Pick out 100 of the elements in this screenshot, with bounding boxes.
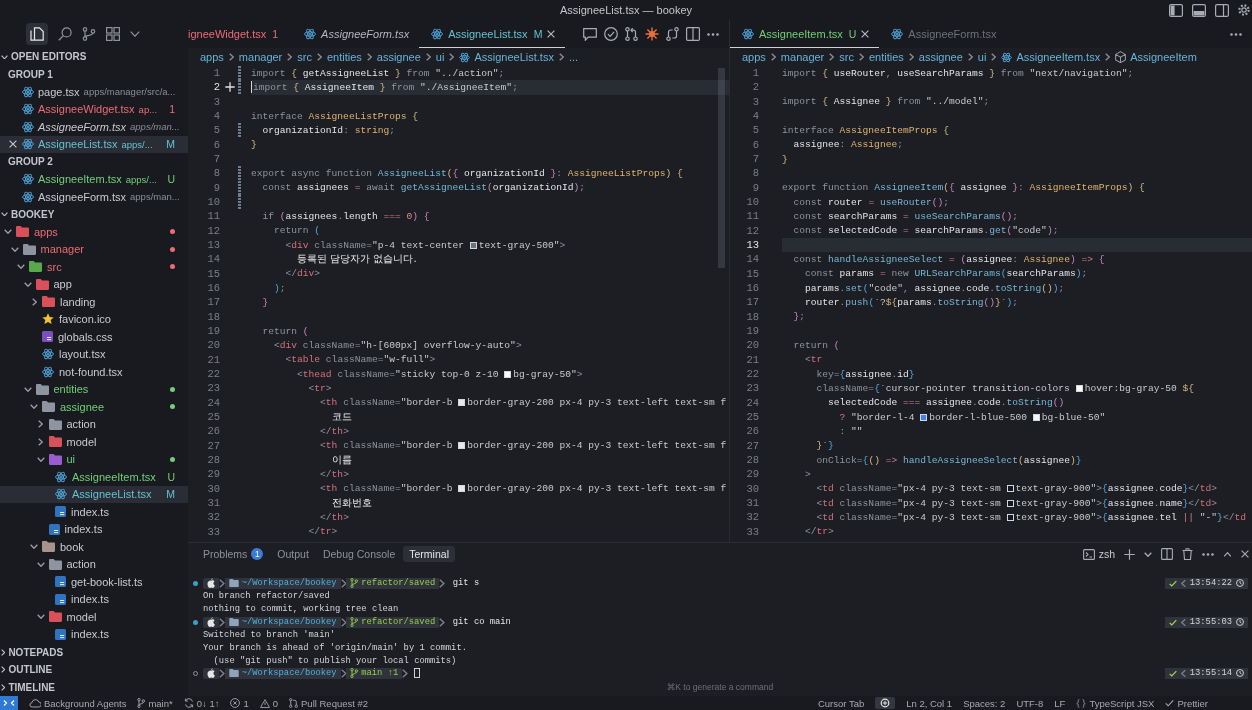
- tree-item[interactable]: not-found.tsx: [0, 363, 188, 381]
- breadcrumb[interactable]: src: [297, 51, 312, 63]
- sync-status[interactable]: 0↓ 1↑: [183, 697, 220, 709]
- tree-item[interactable]: model: [0, 433, 188, 451]
- tree-item[interactable]: index.ts: [0, 503, 188, 521]
- branch-status[interactable]: main*: [137, 697, 173, 709]
- close-icon[interactable]: [861, 30, 870, 38]
- color-swatch-icon[interactable]: [504, 370, 512, 378]
- close-icon[interactable]: [547, 30, 556, 38]
- close-icon[interactable]: [9, 140, 17, 149]
- open-editor-item[interactable]: AssigneeItem.tsx apps/... U: [0, 170, 188, 188]
- pull-request-icon[interactable]: [625, 27, 638, 41]
- breadcrumb[interactable]: AssigneeItem.tsx: [1001, 51, 1101, 63]
- status-item[interactable]: Ln 2, Col 1: [906, 697, 953, 709]
- color-swatch-icon[interactable]: [1006, 485, 1014, 493]
- shell-tab[interactable]: zsh: [1082, 548, 1115, 560]
- breadcrumb[interactable]: manager: [780, 51, 825, 63]
- panel-tab[interactable]: Terminal: [403, 546, 455, 562]
- plus-icon[interactable]: [1124, 548, 1135, 560]
- breadcrumb[interactable]: apps: [200, 51, 224, 63]
- color-swatch-icon[interactable]: [1075, 384, 1083, 392]
- open-editor-item[interactable]: AssigneeForm.tsx apps/man...: [0, 188, 188, 206]
- compare-icon[interactable]: [666, 27, 679, 41]
- section-header[interactable]: TIMELINE: [0, 678, 188, 696]
- branch-icon[interactable]: [82, 27, 96, 41]
- open-editor-item[interactable]: AssigneeForm.tsx apps/man...: [0, 118, 188, 136]
- tree-item[interactable]: src: [0, 258, 188, 276]
- status-item[interactable]: Cursor Tab: [817, 697, 865, 709]
- color-swatch-icon[interactable]: [920, 413, 928, 421]
- panel-tab[interactable]: Problems 1: [197, 546, 270, 562]
- tree-item[interactable]: book: [0, 538, 188, 556]
- tree-item[interactable]: index.ts: [0, 590, 188, 608]
- close-icon[interactable]: [1241, 550, 1249, 558]
- editor-tab[interactable]: AssigneeItem.tsx U: [730, 20, 880, 48]
- editor-tab[interactable]: AssigneeForm.tsx: [292, 20, 420, 48]
- color-swatch-icon[interactable]: [1006, 499, 1014, 507]
- breadcrumb[interactable]: src: [839, 51, 854, 63]
- breadcrumb[interactable]: ...: [568, 51, 579, 63]
- tree-item[interactable]: apps: [0, 223, 188, 241]
- check-circle-icon[interactable]: [604, 27, 618, 41]
- more-icon[interactable]: [1202, 552, 1214, 556]
- tree-item[interactable]: index.ts: [0, 520, 188, 538]
- tree-item[interactable]: globals.css: [0, 328, 188, 346]
- remote-icon[interactable]: [0, 696, 18, 710]
- sidebar-toggle-icon[interactable]: [1169, 3, 1183, 17]
- breadcrumb[interactable]: AssigneeList.tsx: [459, 51, 554, 63]
- formatter-status[interactable]: Prettier: [1165, 697, 1208, 709]
- tree-item[interactable]: AssigneeList.tsx M: [0, 485, 188, 503]
- panel-tab[interactable]: Output: [271, 546, 315, 562]
- agents-status[interactable]: Background Agents: [29, 697, 127, 709]
- section-header[interactable]: BOOKEY: [0, 205, 188, 223]
- error-count[interactable]: 1: [230, 697, 249, 709]
- color-swatch-icon[interactable]: [1032, 413, 1040, 421]
- open-editor-item[interactable]: page.tsx apps/manager/src/a...: [0, 83, 188, 101]
- editor-tab[interactable]: AssigneeList.tsx M: [419, 20, 566, 48]
- color-swatch-icon[interactable]: [458, 399, 466, 407]
- panel-tab[interactable]: Debug Console: [316, 546, 402, 562]
- breadcrumb[interactable]: entities: [868, 51, 904, 63]
- status-item[interactable]: LF: [1054, 697, 1066, 709]
- panel-toggle-icon[interactable]: [1192, 3, 1206, 17]
- tree-item[interactable]: layout.tsx: [0, 345, 188, 363]
- tree-item[interactable]: entities: [0, 380, 188, 398]
- tree-item[interactable]: assignee: [0, 398, 188, 416]
- split-layout-icon[interactable]: [1215, 3, 1229, 17]
- editor-tab[interactable]: igneeWidget.tsx 1: [188, 20, 293, 48]
- color-swatch-icon[interactable]: [1006, 513, 1014, 521]
- pull-request-status[interactable]: Pull Request #2: [289, 697, 369, 709]
- trash-icon[interactable]: [1182, 548, 1193, 560]
- chevron-down-icon[interactable]: [1144, 551, 1152, 557]
- breadcrumb[interactable]: apps: [742, 51, 766, 63]
- sparkle-icon[interactable]: [645, 27, 659, 41]
- breadcrumb[interactable]: ui: [435, 51, 445, 63]
- section-header[interactable]: OPEN EDITORS: [0, 48, 188, 66]
- warning-count[interactable]: 0: [259, 697, 278, 709]
- section-header[interactable]: OUTLINE: [0, 661, 188, 679]
- color-swatch-icon[interactable]: [458, 442, 466, 450]
- grid-icon[interactable]: [106, 27, 120, 41]
- section-header[interactable]: NOTEPADS: [0, 643, 188, 661]
- split-editor-icon[interactable]: [686, 27, 700, 41]
- status-item[interactable]: UTF-8: [1016, 697, 1044, 709]
- scrollbar-thumb[interactable]: [718, 68, 725, 268]
- split-icon[interactable]: [1161, 548, 1173, 560]
- files-icon[interactable]: [26, 23, 48, 45]
- breadcrumb[interactable]: entities: [326, 51, 362, 63]
- breadcrumb[interactable]: assignee: [918, 51, 963, 63]
- tree-item[interactable]: landing: [0, 293, 188, 311]
- tree-item[interactable]: favicon.ico: [0, 310, 188, 328]
- breadcrumb[interactable]: AssigneeItem: [1115, 51, 1197, 63]
- chevron-up-icon[interactable]: [1223, 551, 1232, 557]
- tree-item[interactable]: manager: [0, 240, 188, 258]
- tree-item[interactable]: AssigneeItem.tsx U: [0, 468, 188, 486]
- tree-item[interactable]: action: [0, 415, 188, 433]
- comment-icon[interactable]: [583, 27, 597, 41]
- status-item[interactable]: Spaces: 2: [963, 697, 1006, 709]
- more-icon[interactable]: [1230, 32, 1242, 36]
- editor-tab[interactable]: AssigneeForm.tsx: [879, 20, 1007, 48]
- breadcrumb[interactable]: manager: [238, 51, 283, 63]
- tree-item[interactable]: action: [0, 555, 188, 573]
- search-icon[interactable]: [58, 27, 72, 41]
- chevron-down-icon[interactable]: [130, 31, 140, 37]
